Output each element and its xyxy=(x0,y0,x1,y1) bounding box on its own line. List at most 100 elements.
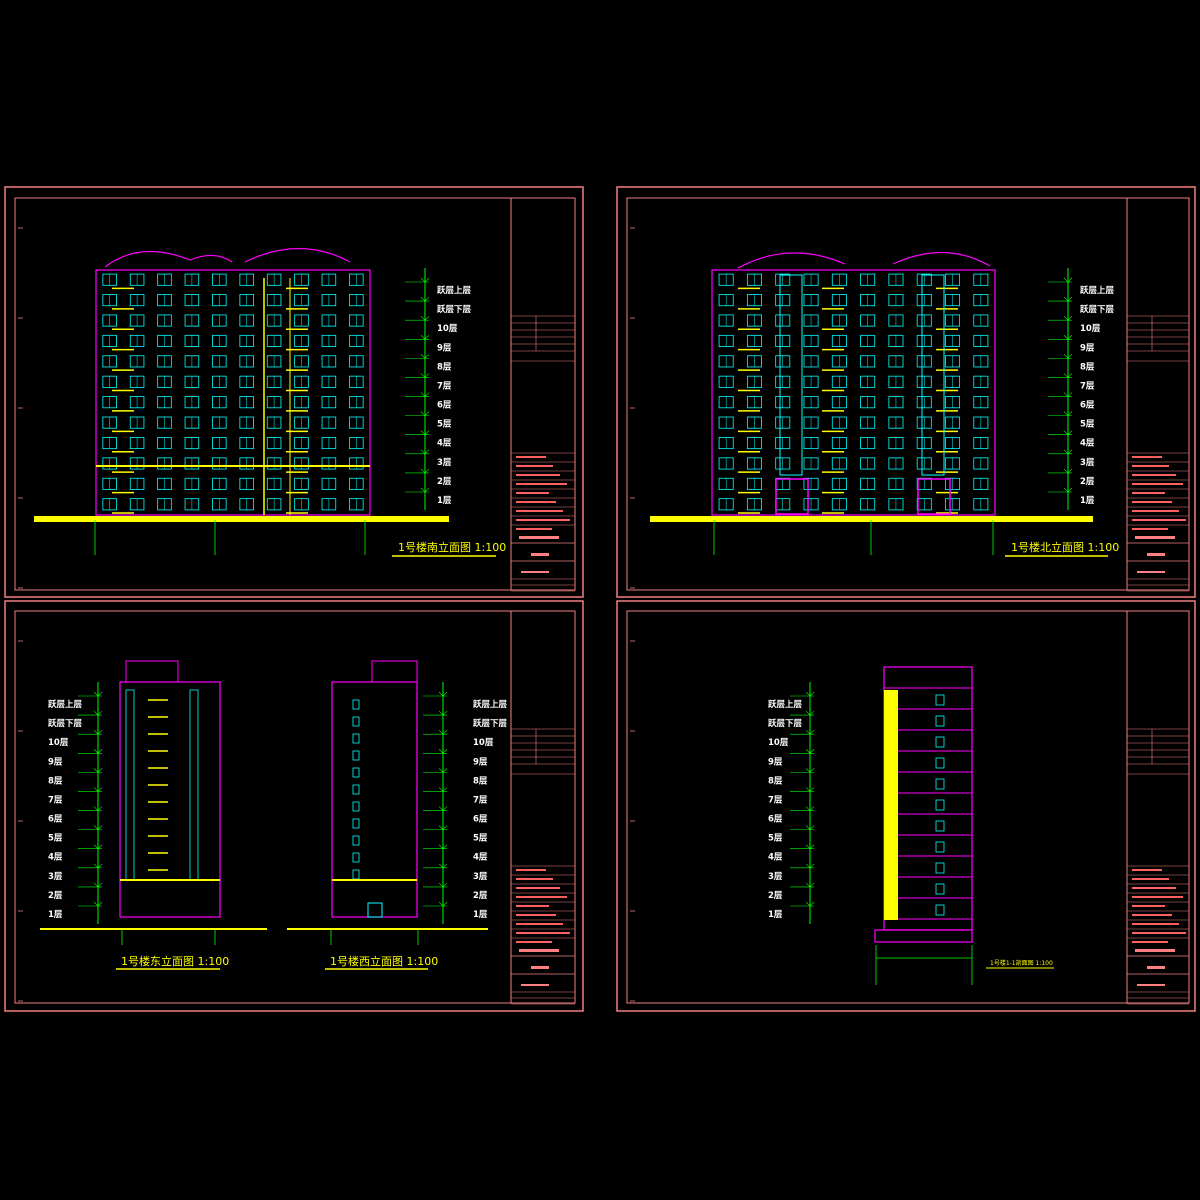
title-block-text-placeholder xyxy=(1132,510,1179,512)
level-label: 5层 xyxy=(768,834,783,844)
drawing-name-placeholder xyxy=(521,571,549,573)
level-label: 6层 xyxy=(1080,401,1095,411)
project-name-placeholder xyxy=(1135,536,1175,539)
project-name-placeholder xyxy=(519,949,559,952)
level-label: 2层 xyxy=(473,891,488,901)
level-label: 10层 xyxy=(437,324,458,334)
level-label: 2层 xyxy=(48,891,63,901)
title-block-text-placeholder xyxy=(516,896,567,898)
title-block-text-placeholder xyxy=(516,887,560,889)
title-block-text-placeholder xyxy=(516,869,546,871)
level-label: 8层 xyxy=(768,776,783,786)
level-label: 跃层上层 xyxy=(768,699,803,710)
level-label: 2层 xyxy=(437,477,452,487)
title-block-text-placeholder xyxy=(516,519,570,521)
level-label: 8层 xyxy=(48,776,63,786)
level-label: 6层 xyxy=(768,815,783,825)
client-name-placeholder xyxy=(1147,553,1165,556)
level-label: 跃层下层 xyxy=(437,304,472,315)
level-label: 7层 xyxy=(437,381,452,391)
level-label: 3层 xyxy=(768,872,783,882)
title-block-text-placeholder xyxy=(516,528,552,530)
level-label: 跃层上层 xyxy=(1080,285,1115,296)
project-name-placeholder xyxy=(1135,949,1175,952)
title-block-text-placeholder xyxy=(1132,483,1183,485)
level-label: 7层 xyxy=(768,795,783,805)
level-label: 4层 xyxy=(473,853,488,863)
title-block-text-placeholder xyxy=(1132,914,1172,916)
drawing-caption-west: 1号楼西立面图 1:100 xyxy=(330,954,438,968)
title-block-text-placeholder xyxy=(1132,501,1172,503)
title-block-text-placeholder xyxy=(516,941,552,943)
level-label: 4层 xyxy=(437,439,452,449)
level-label: 跃层上层 xyxy=(473,699,508,710)
title-block-text-placeholder xyxy=(516,474,560,476)
title-block-text-placeholder xyxy=(1132,941,1168,943)
title-block-text-placeholder xyxy=(1132,456,1162,458)
title-block-text-placeholder xyxy=(1132,887,1176,889)
title-block-text-placeholder xyxy=(516,465,553,467)
stair-core xyxy=(884,690,898,920)
title-block-text-placeholder xyxy=(1132,492,1165,494)
canvas-background xyxy=(0,0,1200,1200)
level-label: 9层 xyxy=(1080,343,1095,353)
title-block-text-placeholder xyxy=(516,878,553,880)
level-label: 9层 xyxy=(768,757,783,767)
level-label: 8层 xyxy=(437,362,452,372)
title-block-text-placeholder xyxy=(516,510,563,512)
level-label: 9层 xyxy=(48,757,63,767)
level-label: 3层 xyxy=(473,872,488,882)
level-label: 9层 xyxy=(473,757,488,767)
cad-drawing-canvas: 跃层上层跃层下层10层9层8层7层6层5层4层3层2层1层 1号楼南立面图 1:… xyxy=(0,0,1200,1200)
level-label: 10层 xyxy=(768,738,789,748)
level-label: 6层 xyxy=(48,815,63,825)
drawing-name-placeholder xyxy=(1137,571,1165,573)
client-name-placeholder xyxy=(531,966,549,969)
title-block-text-placeholder xyxy=(1132,465,1169,467)
level-label: 9层 xyxy=(437,343,452,353)
level-label: 7层 xyxy=(473,795,488,805)
level-label: 2层 xyxy=(1080,477,1095,487)
level-label: 3层 xyxy=(48,872,63,882)
level-label: 4层 xyxy=(48,853,63,863)
level-label: 跃层下层 xyxy=(473,718,508,729)
level-label: 1层 xyxy=(1080,496,1095,506)
level-label: 10层 xyxy=(1080,324,1101,334)
level-label: 4层 xyxy=(1080,439,1095,449)
level-label: 10层 xyxy=(48,738,69,748)
level-label: 1层 xyxy=(473,910,488,920)
title-block-text-placeholder xyxy=(1132,528,1168,530)
title-block-text-placeholder xyxy=(1132,905,1165,907)
title-block-text-placeholder xyxy=(1132,932,1186,934)
title-block-text-placeholder xyxy=(1132,896,1183,898)
drawing-name-placeholder xyxy=(1137,984,1165,986)
level-label: 8层 xyxy=(473,776,488,786)
level-label: 3层 xyxy=(1080,458,1095,468)
title-block-text-placeholder xyxy=(516,914,556,916)
level-label: 3层 xyxy=(437,458,452,468)
title-block-text-placeholder xyxy=(1132,878,1169,880)
level-label: 4层 xyxy=(768,853,783,863)
level-label: 5层 xyxy=(1080,420,1095,430)
title-block-text-placeholder xyxy=(516,905,549,907)
title-block-text-placeholder xyxy=(1132,519,1186,521)
level-label: 1层 xyxy=(48,910,63,920)
title-block-text-placeholder xyxy=(516,456,546,458)
title-block-text-placeholder xyxy=(1132,869,1162,871)
drawing-caption-east: 1号楼东立面图 1:100 xyxy=(121,954,229,968)
title-block-text-placeholder xyxy=(1132,474,1176,476)
title-block-text-placeholder xyxy=(516,923,563,925)
drawing-caption: 1号楼北立面图 1:100 xyxy=(1011,540,1119,554)
title-block-text-placeholder xyxy=(516,501,556,503)
level-label: 跃层上层 xyxy=(48,699,83,710)
level-label: 10层 xyxy=(473,738,494,748)
level-label: 5层 xyxy=(48,834,63,844)
level-label: 跃层下层 xyxy=(768,718,803,729)
project-name-placeholder xyxy=(519,536,559,539)
drawing-caption: 1号楼1-1剖面图 1:100 xyxy=(990,959,1053,967)
level-label: 1层 xyxy=(768,910,783,920)
level-label: 6层 xyxy=(473,815,488,825)
level-label: 5层 xyxy=(437,420,452,430)
title-block-text-placeholder xyxy=(516,492,549,494)
level-label: 8层 xyxy=(1080,362,1095,372)
